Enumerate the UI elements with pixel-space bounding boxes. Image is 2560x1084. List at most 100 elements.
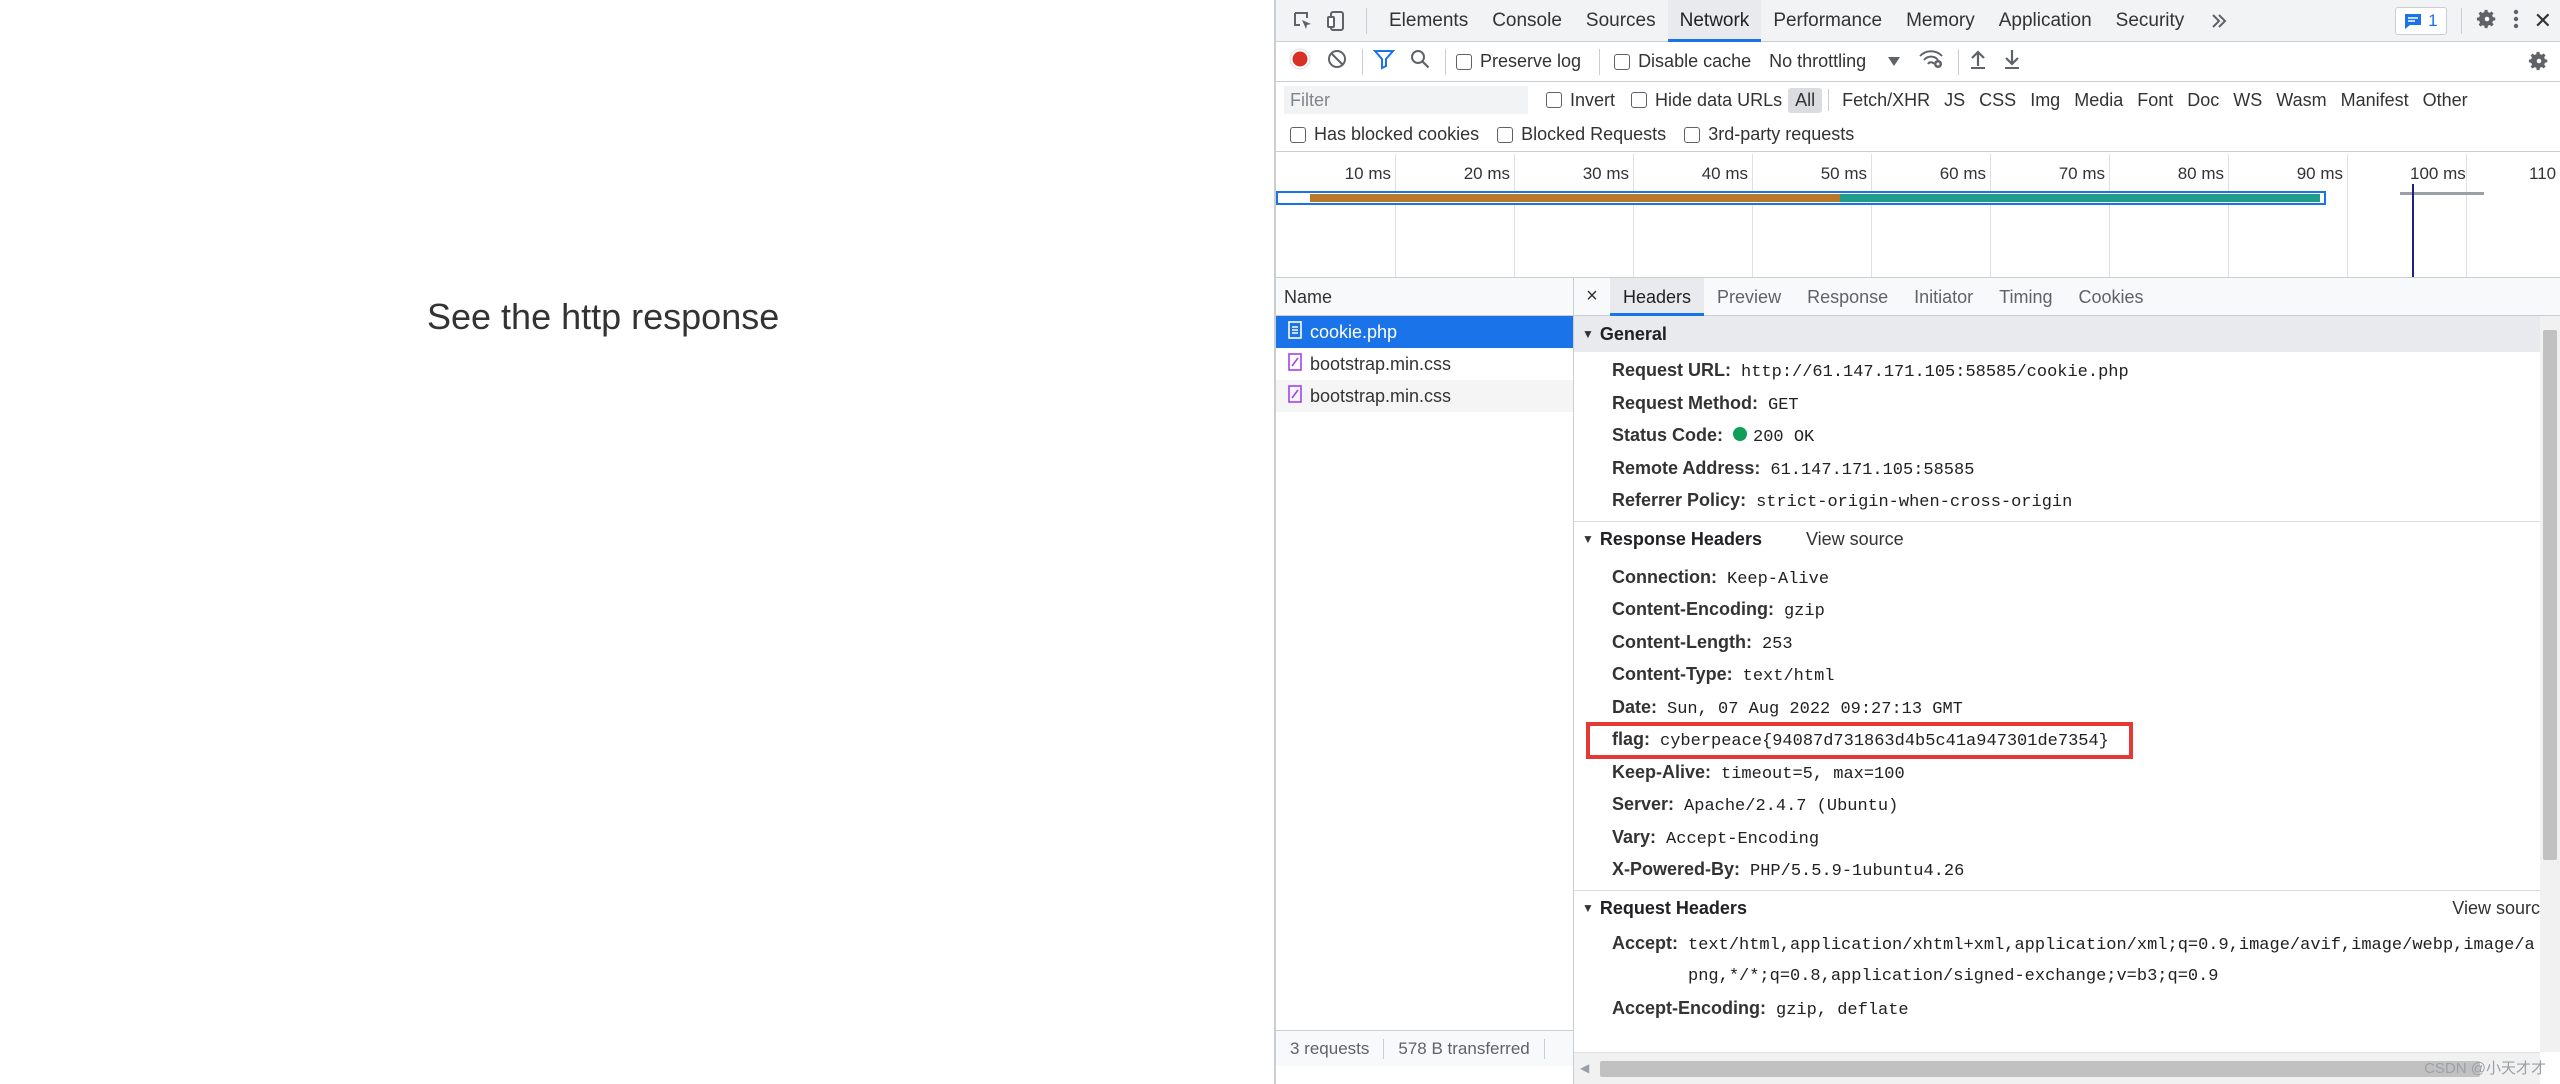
timeline-overview[interactable]: 10 ms 20 ms 30 ms 40 ms 50 ms 60 ms 70 ms 80 ms… <box>1276 154 2560 278</box>
clear-icon[interactable] <box>1326 48 1348 75</box>
header-value[interactable]: gzip <box>1784 596 1825 629</box>
tab-console[interactable]: Console <box>1480 0 1574 42</box>
header-row-content-encoding: Content-Encoding: gzip <box>1574 593 2540 626</box>
name-column-header[interactable]: Name <box>1276 278 1573 316</box>
filter-type-ws[interactable]: WS <box>2226 88 2269 113</box>
tab-sources[interactable]: Sources <box>1574 0 1668 42</box>
filter-type-css[interactable]: CSS <box>1972 88 2023 113</box>
horizontal-scrollbar[interactable]: ◀ <box>1574 1052 2540 1084</box>
record-icon[interactable] <box>1288 47 1312 76</box>
header-value[interactable]: 253 <box>1762 629 1793 662</box>
scrollbar-thumb[interactable] <box>2543 330 2557 860</box>
header-value[interactable]: Accept-Encoding <box>1666 824 1819 857</box>
detail-tab-bar: × Headers Preview Response Initiator Timing C… <box>1574 277 2560 316</box>
close-detail-icon[interactable]: × <box>1574 285 1610 308</box>
watermark: CSDN @小天才才 <box>2424 1060 2546 1077</box>
filter-type-js[interactable]: JS <box>1937 88 1972 113</box>
header-value[interactable]: timeout=5, max=100 <box>1721 759 1905 792</box>
detail-tab-timing[interactable]: Timing <box>1986 278 2065 316</box>
tab-network[interactable]: Network <box>1667 0 1762 42</box>
inspect-element-icon[interactable] <box>1288 6 1318 36</box>
export-har-icon[interactable] <box>2003 48 2021 75</box>
view-source-link[interactable]: View source <box>1806 529 1904 550</box>
filter-type-fetch-xhr[interactable]: Fetch/XHR <box>1835 88 1937 113</box>
checkbox-box[interactable] <box>1290 126 1306 143</box>
filter-type-doc[interactable]: Doc <box>2180 88 2226 113</box>
filter-type-media[interactable]: Media <box>2067 88 2130 113</box>
tab-elements[interactable]: Elements <box>1377 0 1480 42</box>
request-row[interactable]: cookie.php <box>1276 316 1573 348</box>
close-devtools-icon[interactable]: ✕ <box>2534 8 2552 34</box>
header-value[interactable]: Apache/2.4.7 (Ubuntu) <box>1684 791 1898 824</box>
timeline-gridline <box>2347 154 2348 277</box>
device-toolbar-icon[interactable] <box>1322 6 1352 36</box>
filter-type-img[interactable]: Img <box>2023 88 2067 113</box>
header-value[interactable]: 200 OK <box>1753 422 1814 455</box>
response-headers-section-header[interactable]: ▼ Response Headers View source <box>1574 520 2540 557</box>
request-name: bootstrap.min.css <box>1310 353 1452 374</box>
checkbox-box[interactable] <box>1684 126 1701 143</box>
tab-security[interactable]: Security <box>2104 0 2197 42</box>
hide-data-urls-checkbox[interactable]: Hide data URLs <box>1631 90 1782 111</box>
scroll-left-arrow-icon[interactable]: ◀ <box>1580 1061 1589 1075</box>
request-row[interactable]: bootstrap.min.css <box>1276 348 1573 380</box>
filter-type-wasm[interactable]: Wasm <box>2269 88 2333 113</box>
more-options-icon[interactable] <box>2512 8 2520 35</box>
checkbox-box[interactable] <box>1614 53 1631 70</box>
preserve-log-checkbox[interactable]: Preserve log <box>1456 51 1581 72</box>
disable-cache-checkbox[interactable]: Disable cache <box>1614 51 1751 72</box>
header-value[interactable]: Sun, 07 Aug 2022 09:27:13 GMT <box>1667 694 1963 727</box>
header-value[interactable]: PHP/5.5.9-1ubuntu4.26 <box>1750 856 1964 889</box>
throttling-select[interactable]: No throttling <box>1769 51 1901 72</box>
header-value[interactable]: gzip, deflate <box>1776 995 1909 1028</box>
double-chevron-icon[interactable] <box>2204 6 2234 36</box>
vertical-scrollbar[interactable] <box>2540 316 2560 1052</box>
resource-type-filters: All Fetch/XHR JS CSS Img Media Font Doc WS Wasm Ma… <box>1788 87 2475 113</box>
checkbox-box[interactable] <box>1546 92 1562 108</box>
header-value[interactable]: cyberpeace{94087d731863d4b5c41a947301de7… <box>1660 726 2109 759</box>
network-conditions-icon[interactable] <box>1918 48 1944 75</box>
filter-type-all[interactable]: All <box>1788 87 1823 113</box>
import-har-icon[interactable] <box>1969 48 1987 75</box>
header-value[interactable]: http://61.147.171.105:58585/cookie.php <box>1741 357 2129 390</box>
detail-tab-headers[interactable]: Headers <box>1610 277 1705 316</box>
request-row[interactable]: bootstrap.min.css <box>1276 380 1573 412</box>
header-value[interactable]: text/html <box>1743 661 1835 694</box>
detail-tab-response[interactable]: Response <box>1794 278 1901 316</box>
third-party-requests-checkbox[interactable]: 3rd-party requests <box>1684 124 1854 145</box>
header-value[interactable]: strict-origin-when-cross-origin <box>1756 487 2072 520</box>
filter-type-other[interactable]: Other <box>2416 88 2475 113</box>
filter-type-font[interactable]: Font <box>2130 88 2180 113</box>
detail-tab-initiator[interactable]: Initiator <box>1901 278 1986 316</box>
general-section-header[interactable]: ▼ General <box>1574 316 2540 352</box>
header-value[interactable]: GET <box>1768 390 1799 423</box>
network-settings-gear-icon[interactable] <box>2528 50 2550 77</box>
messages-badge[interactable]: 1 <box>2395 7 2447 35</box>
request-headers-section-header[interactable]: ▼ Request Headers View sourc <box>1574 889 2540 926</box>
tab-memory[interactable]: Memory <box>1894 0 1987 42</box>
network-toolbar: Preserve log Disable cache No throttling <box>1276 42 2560 82</box>
invert-checkbox[interactable]: Invert <box>1546 90 1615 111</box>
header-value[interactable]: text/html,application/xhtml+xml,applicat… <box>1688 930 2536 992</box>
gear-icon[interactable] <box>2476 8 2498 35</box>
checkbox-box[interactable] <box>1456 53 1472 70</box>
has-blocked-cookies-checkbox[interactable]: Has blocked cookies <box>1290 124 1479 145</box>
checkbox-box[interactable] <box>1631 92 1648 108</box>
detail-tab-preview[interactable]: Preview <box>1704 278 1794 316</box>
header-value[interactable]: Keep-Alive <box>1727 564 1829 597</box>
filter-icon[interactable] <box>1372 48 1396 75</box>
blocked-requests-checkbox[interactable]: Blocked Requests <box>1497 124 1666 145</box>
request-headers-title: Request Headers <box>1599 897 1747 918</box>
checkbox-box[interactable] <box>1497 126 1514 143</box>
tab-performance[interactable]: Performance <box>1761 0 1894 42</box>
tab-application[interactable]: Application <box>1987 0 2104 42</box>
detail-tab-cookies[interactable]: Cookies <box>2066 278 2157 316</box>
header-value[interactable]: 61.147.171.105:58585 <box>1770 455 1974 488</box>
filter-input[interactable] <box>1284 86 1528 114</box>
search-icon[interactable] <box>1409 48 1431 75</box>
view-source-link[interactable]: View sourc <box>2452 898 2540 919</box>
divider <box>1366 7 1367 34</box>
scrollbar-thumb[interactable] <box>1600 1061 2480 1077</box>
filter-type-manifest[interactable]: Manifest <box>2334 88 2416 113</box>
divider <box>1543 1038 1545 1059</box>
